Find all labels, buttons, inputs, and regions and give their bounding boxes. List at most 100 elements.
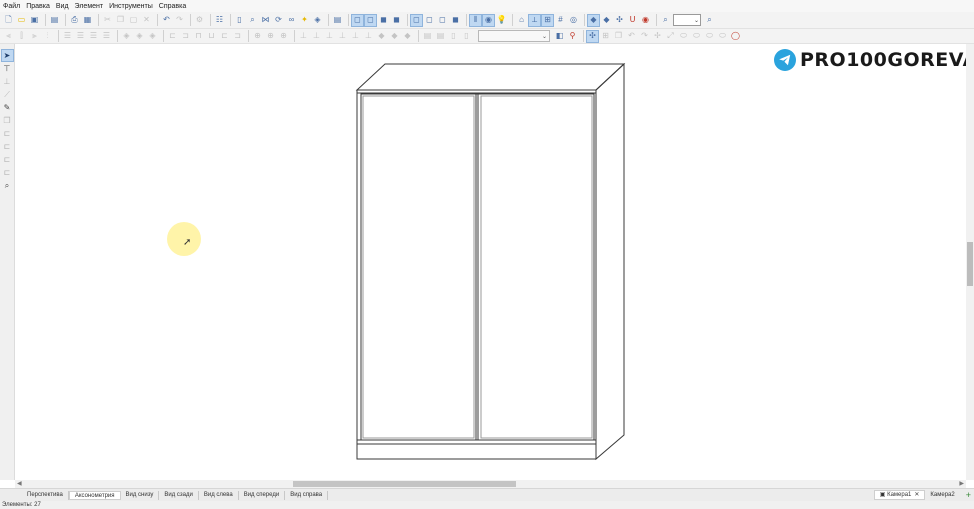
move-4-icon[interactable]: ⊥ — [337, 31, 348, 42]
tab-left-view[interactable]: Вид слева — [199, 490, 239, 500]
snap-edges-icon[interactable]: ✣ — [614, 15, 625, 26]
view-box-4-icon[interactable]: ◼ — [391, 15, 402, 26]
open-folder-icon[interactable]: ▭ — [16, 15, 27, 26]
move-7-icon[interactable]: ◆ — [376, 31, 387, 42]
copy-tool-icon[interactable]: ❐ — [2, 115, 13, 126]
stop-icon[interactable]: ◯ — [730, 31, 741, 42]
align-left-icon[interactable]: ⫷ — [3, 31, 14, 42]
shape-1-icon[interactable]: ⬭ — [678, 31, 689, 42]
center-3-icon[interactable]: ⊕ — [278, 31, 289, 42]
move-3-icon[interactable]: ⊥ — [324, 31, 335, 42]
scroll-right-icon[interactable]: ▶ — [959, 480, 964, 487]
flip-icon[interactable]: ◈ — [147, 31, 158, 42]
delete-icon[interactable]: ✕ — [141, 15, 152, 26]
viewport-canvas[interactable]: ➚ — [15, 44, 966, 480]
view-box-7-icon[interactable]: ◻ — [437, 15, 448, 26]
rotate-left-icon[interactable]: ◈ — [121, 31, 132, 42]
align-v-icon[interactable]: ☰ — [101, 31, 112, 42]
export-icon[interactable]: ▤ — [49, 15, 60, 26]
panel-2-icon[interactable]: ▤ — [435, 31, 446, 42]
align-tool-3-icon[interactable]: ⊏ — [2, 154, 13, 165]
target-icon[interactable]: ◉ — [640, 15, 651, 26]
distribute-3-icon[interactable]: ⊓ — [193, 31, 204, 42]
rotate-icon[interactable]: ⟳ — [273, 15, 284, 26]
layer-icon[interactable]: ❐ — [613, 31, 624, 42]
copy-icon[interactable]: ❐ — [115, 15, 126, 26]
move-6-icon[interactable]: ⊥ — [363, 31, 374, 42]
magnifier-icon[interactable]: ⌕ — [247, 15, 258, 26]
material-icon[interactable]: ✦ — [299, 15, 310, 26]
align-bottom-icon[interactable]: ☰ — [88, 31, 99, 42]
menu-edit[interactable]: Правка — [26, 3, 50, 10]
zoom-out-icon[interactable]: ⌕ — [660, 15, 671, 26]
dimension-tool-icon[interactable]: ⊤ — [2, 63, 13, 74]
group-icon[interactable]: ✣ — [586, 29, 599, 43]
tab-bottom-view[interactable]: Вид снизу — [121, 490, 160, 500]
tab-camera-1[interactable]: ▣ Камера1 ✕ — [873, 490, 926, 500]
zoom-tool-icon[interactable]: ⌕ — [2, 180, 13, 191]
move-cross-icon[interactable]: ✢ — [652, 31, 663, 42]
move-2-icon[interactable]: ⊥ — [311, 31, 322, 42]
horizontal-scrollbar[interactable]: ◀ ▶ — [15, 480, 966, 488]
tab-axonometry[interactable]: Аксонометрия — [68, 490, 121, 500]
measure-tool-icon[interactable]: ⊥ — [2, 76, 13, 87]
shape-2-icon[interactable]: ⬭ — [691, 31, 702, 42]
align-center-icon[interactable]: ⫿ — [16, 31, 27, 42]
rotate-right-icon[interactable]: ◈ — [134, 31, 145, 42]
redo-icon[interactable]: ↷ — [174, 15, 185, 26]
view-box-8-icon[interactable]: ◼ — [450, 15, 461, 26]
move-9-icon[interactable]: ◆ — [402, 31, 413, 42]
align-tool-4-icon[interactable]: ⊏ — [2, 167, 13, 178]
center-1-icon[interactable]: ⊕ — [252, 31, 263, 42]
undo-small-icon[interactable]: ↶ — [626, 31, 637, 42]
menu-file[interactable]: Файл — [3, 3, 20, 10]
panel-4-icon[interactable]: ▯ — [461, 31, 472, 42]
panel-1-icon[interactable]: ▤ — [422, 31, 433, 42]
material-select[interactable]: ⌄ — [478, 30, 550, 42]
grid-icon[interactable]: # — [555, 15, 566, 26]
tab-camera-2[interactable]: Камера2 — [925, 490, 959, 500]
cut-icon[interactable]: ✂ — [102, 15, 113, 26]
view-box-1-icon[interactable]: ◻ — [351, 13, 364, 27]
panel-3-icon[interactable]: ▯ — [448, 31, 459, 42]
snap-icon[interactable]: ◆ — [587, 13, 600, 27]
pin-icon[interactable]: ⚲ — [567, 31, 578, 42]
wardrobe-model[interactable] — [15, 44, 966, 480]
view-box-2-icon[interactable]: ◻ — [364, 13, 377, 27]
menu-help[interactable]: Справка — [159, 3, 186, 10]
tag-icon[interactable]: ⌂ — [516, 15, 527, 26]
center-2-icon[interactable]: ⊕ — [265, 31, 276, 42]
distribute-2-icon[interactable]: ⊐ — [180, 31, 191, 42]
redo-small-icon[interactable]: ↷ — [639, 31, 650, 42]
shading-icon[interactable]: ◉ — [482, 13, 495, 27]
paint-icon[interactable]: ◧ — [554, 31, 565, 42]
move-5-icon[interactable]: ⊥ — [350, 31, 361, 42]
move-8-icon[interactable]: ◆ — [389, 31, 400, 42]
sliders-icon[interactable]: ☷ — [214, 15, 225, 26]
view-box-5-icon[interactable]: ◻ — [410, 13, 423, 27]
align-tool-2-icon[interactable]: ⊏ — [2, 141, 13, 152]
add-camera-button[interactable]: + — [966, 490, 971, 500]
share-nodes-icon[interactable]: ⋈ — [260, 15, 271, 26]
link-icon[interactable]: ∞ — [286, 15, 297, 26]
move-1-icon[interactable]: ⊥ — [298, 31, 309, 42]
expand-icon[interactable]: ⤢ — [665, 31, 676, 42]
ungroup-icon[interactable]: ⊞ — [600, 31, 611, 42]
grid-lines-icon[interactable]: ⦀ — [469, 13, 482, 27]
horizontal-scroll-thumb[interactable] — [293, 481, 516, 487]
print-preview-icon[interactable]: ▦ — [82, 15, 93, 26]
distribute-6-icon[interactable]: ⊐ — [232, 31, 243, 42]
cube-icon[interactable]: ◈ — [312, 15, 323, 26]
align-tool-1-icon[interactable]: ⊏ — [2, 128, 13, 139]
distribute-1-icon[interactable]: ⊏ — [167, 31, 178, 42]
settings-gear-icon[interactable]: ⚙ — [194, 15, 205, 26]
paste-icon[interactable]: ▢ — [128, 15, 139, 26]
list-icon[interactable]: ▤ — [332, 15, 343, 26]
close-icon[interactable]: ✕ — [914, 490, 919, 500]
view-box-6-icon[interactable]: ◻ — [424, 15, 435, 26]
align-h-icon[interactable]: ⫶ — [42, 31, 53, 42]
tab-perspective[interactable]: Перспектива — [22, 490, 69, 500]
view-box-3-icon[interactable]: ◼ — [378, 15, 389, 26]
snap-points-icon[interactable]: ◆ — [601, 15, 612, 26]
report-icon[interactable]: ▯ — [234, 15, 245, 26]
